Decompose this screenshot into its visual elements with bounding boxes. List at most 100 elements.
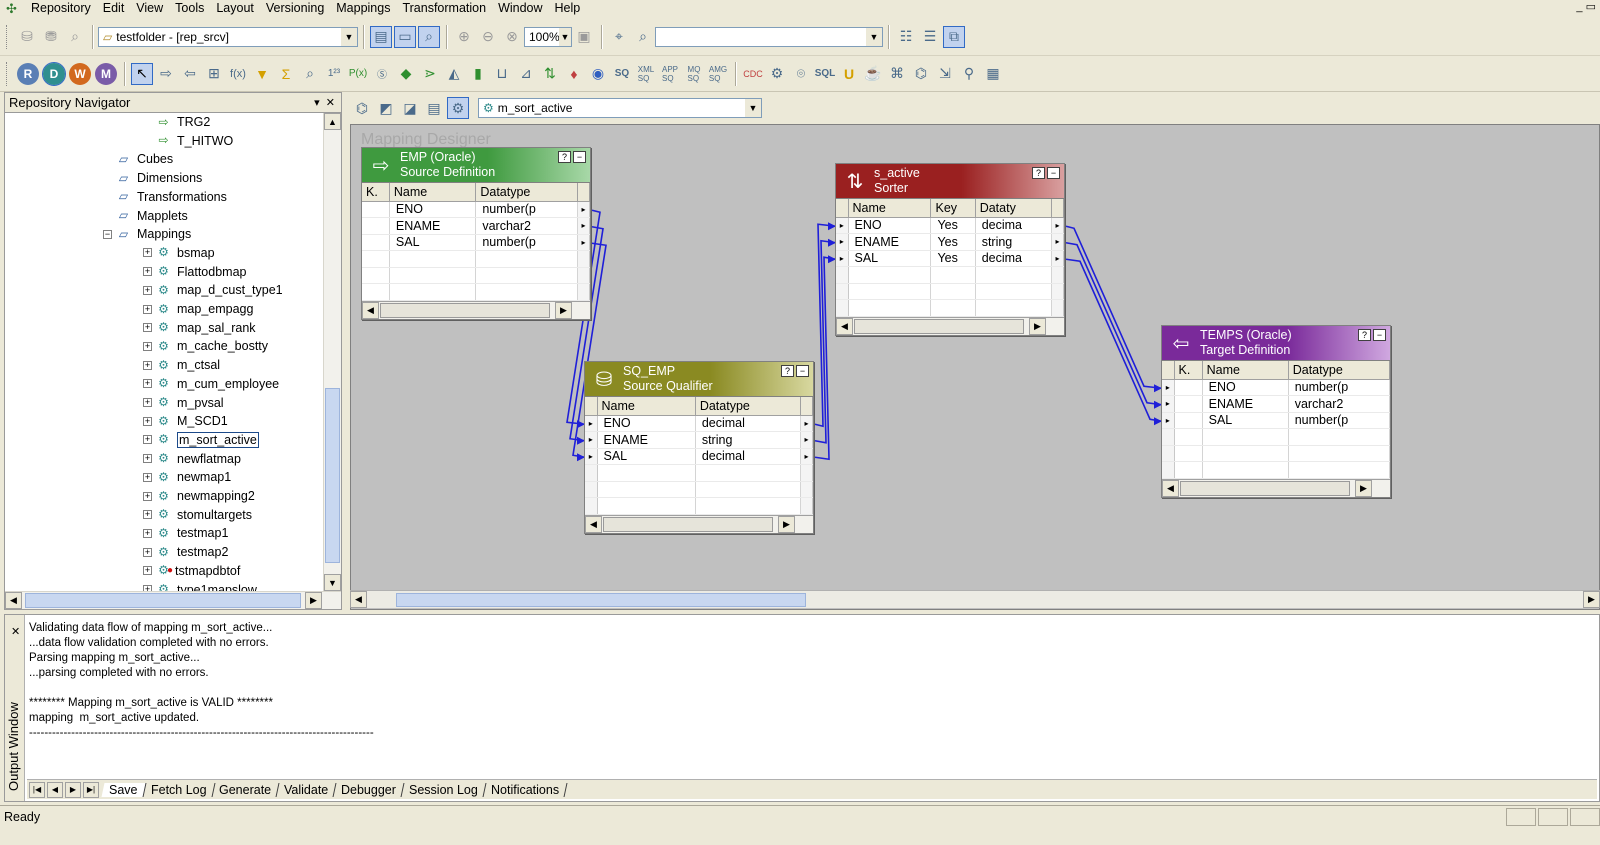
tree-item[interactable]: + ⚙ testmap2	[143, 543, 228, 561]
zoom-combo[interactable]: 100% ▼	[524, 26, 572, 47]
tree-item[interactable]: + ⚙ M_SCD1	[143, 412, 228, 430]
scroll-right-icon[interactable]: ▶	[1355, 479, 1372, 497]
connect-icon[interactable]: ⛁	[16, 26, 38, 48]
expand-icon[interactable]: +	[143, 528, 152, 538]
scroll-down-icon[interactable]: ▼	[324, 574, 341, 591]
client-d-button[interactable]: D	[42, 61, 66, 86]
port-row[interactable]: ENAME varchar2 ▸	[362, 217, 590, 235]
expand-icon[interactable]: +	[143, 547, 152, 557]
transformation-header[interactable]: ⇦ TEMPS (Oracle) Target Definition? −	[1162, 326, 1390, 360]
filter-icon[interactable]: ▼	[251, 63, 273, 85]
client-r-button[interactable]: R	[17, 62, 39, 85]
identity-icon[interactable]: ⚲	[958, 63, 980, 85]
port-row[interactable]: ▸ ENAME string ▸	[585, 431, 813, 449]
normalizer-icon[interactable]: ◭	[443, 63, 465, 85]
scroll-right-icon[interactable]: ▶	[1583, 591, 1600, 608]
output-port-icon[interactable]: ▸	[1051, 217, 1064, 234]
output-port-icon[interactable]: ▸	[800, 415, 813, 432]
transformation-developer-icon[interactable]: ▤	[423, 97, 445, 119]
chevron-down-icon[interactable]: ▼	[866, 27, 882, 46]
scroll-left-icon[interactable]: ◀	[585, 515, 602, 533]
xml-sq-icon[interactable]: XML SQ	[635, 63, 657, 85]
client-w-button[interactable]: W	[69, 62, 91, 85]
target-icon[interactable]: ⇦	[179, 63, 201, 85]
scroll-left-icon[interactable]: ◀	[5, 592, 22, 609]
target-designer-icon[interactable]: ◪	[399, 97, 421, 119]
menu-help[interactable]: Help	[550, 1, 588, 15]
source-icon[interactable]: ⇨	[155, 63, 177, 85]
chevron-down-icon[interactable]: ▼	[745, 99, 761, 117]
find-combo[interactable]: ▼	[655, 26, 883, 47]
port-row[interactable]: ▸ SAL Yes decima ▸	[836, 250, 1064, 267]
help-icon[interactable]: ?	[781, 365, 794, 377]
mapplet-icon[interactable]: ⊞	[203, 63, 225, 85]
scroll-left-icon[interactable]: ◀	[350, 591, 367, 608]
web-service-icon[interactable]: ⌘	[886, 63, 908, 85]
transaction-control-icon[interactable]: ♦	[563, 63, 585, 85]
navigator-toggle-icon[interactable]: ▤	[370, 25, 392, 48]
tree-item[interactable]: + ⚙ ● tstmapdbtof	[143, 562, 240, 580]
transformation-header[interactable]: ⛁ SQ_EMP Source Qualifier? −	[585, 362, 813, 396]
hierarchy-icon[interactable]: ⌬	[910, 63, 932, 85]
xml-icon[interactable]: ▮	[467, 63, 489, 85]
menu-versioning[interactable]: Versioning	[261, 1, 331, 15]
port-row[interactable]: ▸ ENO decimal ▸	[585, 415, 813, 432]
tree-item[interactable]: + ⚙ map_d_cust_type1	[143, 281, 283, 299]
source-qualifier-icon[interactable]: SQ	[611, 63, 633, 85]
scroll-thumb[interactable]	[854, 318, 1024, 334]
tree-item[interactable]: + ⚙ type1mapslow	[143, 581, 257, 591]
output-tab-notifications[interactable]: Notifications	[483, 782, 568, 797]
tree-item[interactable]: + ⚙ m_cache_bostty	[143, 337, 268, 355]
union-icon[interactable]: ⊔	[491, 63, 513, 85]
scroll-thumb[interactable]	[1180, 480, 1350, 496]
scroll-right-icon[interactable]: ▶	[778, 515, 795, 533]
tree-item[interactable]: ▱ Transformations	[103, 188, 227, 206]
port-row[interactable]: ▸ ENAME Yes string ▸	[836, 233, 1064, 251]
navigator-vertical-scrollbar[interactable]: ▲ ▼	[323, 113, 341, 591]
collapse-icon[interactable]: −	[103, 229, 112, 239]
ports-scrollbar[interactable]: ◀ ▶	[585, 514, 813, 533]
scroll-right-icon[interactable]: ▶	[555, 301, 572, 319]
transformation-target[interactable]: ⇦ TEMPS (Oracle) Target Definition? − K. Name…	[1161, 325, 1391, 498]
expand-icon[interactable]: +	[143, 360, 152, 370]
expand-icon[interactable]: +	[143, 491, 152, 501]
tree-item[interactable]: + ⚙ Flattodbmap	[143, 263, 246, 281]
navigator-horizontal-scrollbar[interactable]: ◀ ▶	[5, 591, 341, 609]
minimize-icon[interactable]: −	[1047, 167, 1060, 179]
minimize-icon[interactable]: −	[573, 151, 586, 163]
tree-item[interactable]: + ⚙ newmap1	[143, 468, 231, 486]
output-port-icon[interactable]: ▸	[577, 201, 590, 218]
output-port-icon[interactable]: ▸	[1051, 250, 1064, 267]
port-link[interactable]	[1065, 258, 1163, 423]
data-masking-icon[interactable]: ⌾	[790, 63, 812, 85]
input-port-icon[interactable]: ▸	[585, 448, 598, 465]
scroll-thumb[interactable]	[25, 593, 301, 608]
output-port-icon[interactable]: ▸	[800, 431, 813, 449]
port-row[interactable]: ENO number(p ▸	[362, 201, 590, 218]
input-port-icon[interactable]: ▸	[585, 431, 598, 449]
tree-item[interactable]: + ⚙ stomultargets	[143, 506, 252, 524]
expand-icon[interactable]: +	[143, 379, 152, 389]
scroll-right-icon[interactable]: ▶	[305, 592, 322, 609]
expand-icon[interactable]: +	[143, 304, 152, 314]
menu-tools[interactable]: Tools	[170, 1, 211, 15]
output-port-icon[interactable]: ▸	[577, 217, 590, 235]
tree-item[interactable]: + ⚙ m_ctsal	[143, 356, 220, 374]
output-tab-save[interactable]: Save	[101, 782, 146, 797]
last-tab-icon[interactable]: ▶|	[83, 781, 99, 798]
mq-sq-icon[interactable]: MQ SQ	[683, 63, 705, 85]
tree-item[interactable]: ⇨ T_HITWO	[143, 132, 233, 150]
lookup-icon[interactable]: ⌕	[299, 63, 321, 85]
zoom-in-icon[interactable]: ⊕	[453, 26, 475, 48]
client-m-button[interactable]: M	[95, 62, 117, 85]
tree-item[interactable]: + ⚙ m_sort_active	[143, 431, 259, 449]
help-icon[interactable]: ?	[1358, 329, 1371, 341]
output-tab-fetch-log[interactable]: Fetch Log	[143, 782, 215, 797]
output-tab-session-log[interactable]: Session Log	[401, 782, 487, 797]
aggregator-icon[interactable]: Σ	[275, 63, 297, 85]
layout-icon[interactable]: ⧉	[943, 25, 965, 48]
java-icon[interactable]: ☕	[862, 63, 884, 85]
expand-icon[interactable]: +	[143, 285, 152, 295]
scroll-thumb[interactable]	[396, 593, 806, 607]
zoom-reset-icon[interactable]: ⊗	[501, 26, 523, 48]
